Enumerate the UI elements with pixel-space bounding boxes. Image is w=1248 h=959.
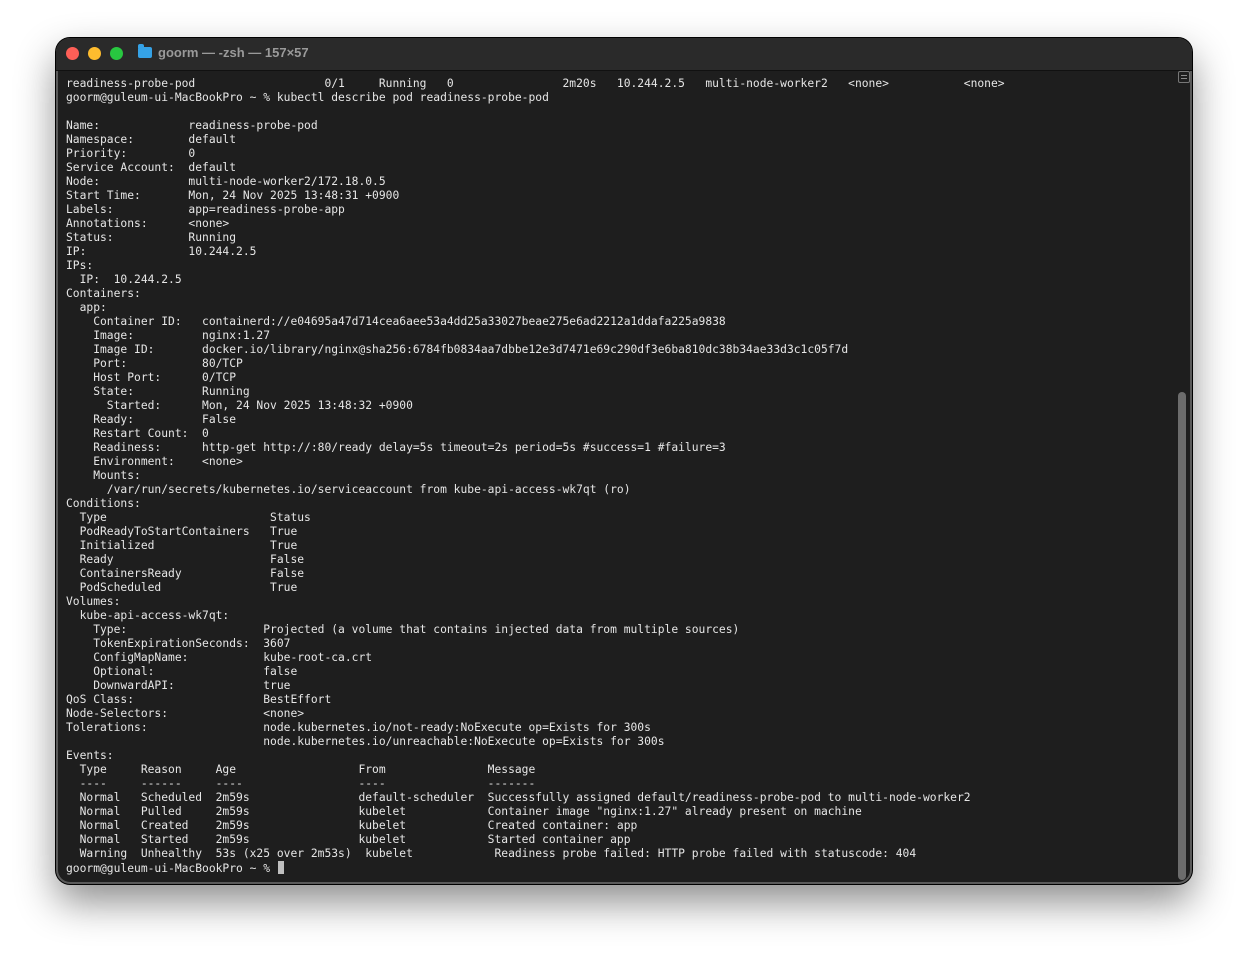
- title-bar[interactable]: goorm — -zsh — 157×57: [56, 38, 1192, 71]
- scrollbar-thumb[interactable]: [1178, 392, 1186, 880]
- terminal-line: Volumes:: [66, 595, 121, 608]
- terminal-line: Start Time: Mon, 24 Nov 2025 13:48:31 +0…: [66, 189, 400, 202]
- terminal-line: Normal Started 2m59s kubelet Started con…: [66, 833, 631, 846]
- scrollbar-track[interactable]: [1176, 70, 1188, 880]
- terminal-line: Normal Created 2m59s kubelet Created con…: [66, 819, 638, 832]
- terminal-line: State: Running: [66, 385, 250, 398]
- window-title-group: goorm — -zsh — 157×57: [138, 44, 309, 60]
- terminal-line: IP: 10.244.2.5: [66, 273, 182, 286]
- terminal-line: Initialized True: [66, 539, 298, 552]
- terminal-line: ConfigMapName: kube-root-ca.crt: [66, 651, 373, 664]
- terminal-line: ContainersReady False: [66, 567, 305, 580]
- terminal-line: app:: [66, 301, 107, 314]
- zoom-button[interactable]: [110, 47, 123, 60]
- terminal-window: goorm — -zsh — 157×57 readiness-probe-po…: [56, 38, 1192, 884]
- terminal-line: goorm@guleum-ui-MacBookPro ~ % kubectl d…: [66, 91, 549, 104]
- terminal-line: TokenExpirationSeconds: 3607: [66, 637, 291, 650]
- terminal-line: Containers:: [66, 287, 141, 300]
- terminal-line: Normal Scheduled 2m59s default-scheduler…: [66, 791, 971, 804]
- terminal-line: Restart Count: 0: [66, 427, 209, 440]
- terminal-line: Image: nginx:1.27: [66, 329, 271, 342]
- terminal-line: Namespace: default: [66, 133, 237, 146]
- close-button[interactable]: [66, 47, 79, 60]
- terminal-line: Type Status: [66, 511, 311, 524]
- terminal-line: Warning Unhealthy 53s (x25 over 2m53s) k…: [66, 847, 917, 860]
- shell-prompt: goorm@guleum-ui-MacBookPro ~ %: [66, 862, 277, 875]
- terminal-line: Started: Mon, 24 Nov 2025 13:48:32 +0900: [66, 399, 413, 412]
- terminal-line: Priority: 0: [66, 147, 196, 160]
- prompt-line[interactable]: goorm@guleum-ui-MacBookPro ~ %: [66, 861, 1166, 875]
- terminal-line: Annotations: <none>: [66, 217, 230, 230]
- terminal-line: Name: readiness-probe-pod: [66, 119, 318, 132]
- terminal-line: kube-api-access-wk7qt:: [66, 609, 230, 622]
- terminal-line: Tolerations: node.kubernetes.io/not-read…: [66, 721, 651, 734]
- terminal-line: IP: 10.244.2.5: [66, 245, 257, 258]
- terminal-line: Container ID: containerd://e04695a47d714…: [66, 315, 726, 328]
- terminal-line: Ready False: [66, 553, 305, 566]
- terminal-line: Type: Projected (a volume that contains …: [66, 623, 740, 636]
- text-cursor: [277, 861, 284, 874]
- terminal-line: /var/run/secrets/kubernetes.io/serviceac…: [66, 483, 631, 496]
- terminal-line: Node-Selectors: <none>: [66, 707, 305, 720]
- terminal-line: Normal Pulled 2m59s kubelet Container im…: [66, 805, 862, 818]
- terminal-line: Environment: <none>: [66, 455, 243, 468]
- terminal-line: ---- ------ ---- ---- -------: [66, 777, 536, 790]
- terminal-line: Image ID: docker.io/library/nginx@sha256…: [66, 343, 849, 356]
- terminal-line: IPs:: [66, 259, 94, 272]
- terminal-output[interactable]: readiness-probe-pod 0/1 Running 0 2m20s …: [66, 77, 1166, 877]
- terminal-line: Service Account: default: [66, 161, 237, 174]
- terminal-line: PodScheduled True: [66, 581, 298, 594]
- terminal-line: Events:: [66, 749, 114, 762]
- window-title: goorm — -zsh — 157×57: [158, 45, 309, 60]
- terminal-line: Status: Running: [66, 231, 237, 244]
- terminal-line: Conditions:: [66, 497, 141, 510]
- terminal-line: QoS Class: BestEffort: [66, 693, 332, 706]
- terminal-line: Ready: False: [66, 413, 237, 426]
- terminal-line: Labels: app=readiness-probe-app: [66, 203, 345, 216]
- terminal-line: readiness-probe-pod 0/1 Running 0 2m20s …: [66, 77, 1005, 90]
- terminal-line: Type Reason Age From Message: [66, 763, 536, 776]
- terminal-line: Host Port: 0/TCP: [66, 371, 237, 384]
- terminal-line: Readiness: http-get http://:80/ready del…: [66, 441, 726, 454]
- minimize-button[interactable]: [88, 47, 101, 60]
- terminal-line: PodReadyToStartContainers True: [66, 525, 298, 538]
- terminal-line: Mounts:: [66, 469, 141, 482]
- folder-icon: [138, 44, 152, 58]
- terminal-line: DownwardAPI: true: [66, 679, 291, 692]
- terminal-line: node.kubernetes.io/unreachable:NoExecute…: [66, 735, 665, 748]
- terminal-line: Optional: false: [66, 665, 298, 678]
- terminal-line: Port: 80/TCP: [66, 357, 243, 370]
- terminal-line: Node: multi-node-worker2/172.18.0.5: [66, 175, 386, 188]
